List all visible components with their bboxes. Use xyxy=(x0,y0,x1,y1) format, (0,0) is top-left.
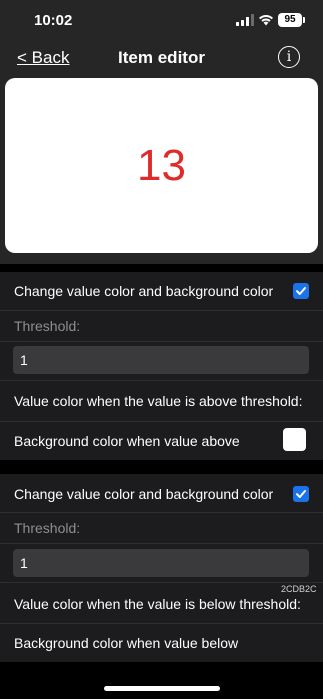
above-toggle-label: Change value color and background color xyxy=(14,283,274,299)
item-editor-screen: 10:02 95 < Back Item editor i 13 Change … xyxy=(0,0,323,699)
below-value-color-row[interactable]: 2CDB2C Value color when the value is bel… xyxy=(0,583,323,623)
below-value-color-hex: 2CDB2C xyxy=(281,584,317,594)
navigation-bar: < Back Item editor i xyxy=(0,40,323,76)
above-background-color-swatch[interactable] xyxy=(283,428,306,451)
below-toggle-row[interactable]: Change value color and background color xyxy=(0,474,323,512)
checkmark-icon xyxy=(296,287,306,295)
below-threshold-input-row xyxy=(0,544,323,582)
below-threshold-label: Threshold: xyxy=(14,520,81,536)
below-background-color-label: Background color when value below xyxy=(14,635,239,651)
below-threshold-label-row: Threshold: xyxy=(0,513,323,543)
below-threshold-input[interactable] xyxy=(13,549,309,577)
above-threshold-input-row xyxy=(0,342,323,380)
above-toggle-row[interactable]: Change value color and background color xyxy=(0,272,323,310)
above-threshold-input[interactable] xyxy=(13,346,309,374)
status-bar: 10:02 95 xyxy=(0,0,323,40)
item-preview-value: 13 xyxy=(137,141,186,190)
wifi-icon xyxy=(259,15,273,26)
preview-area: 13 xyxy=(0,76,323,264)
above-background-color-row[interactable]: Background color when value above xyxy=(0,422,323,460)
home-indicator[interactable] xyxy=(104,686,220,691)
below-toggle-checkbox[interactable] xyxy=(293,486,309,502)
status-time: 10:02 xyxy=(34,12,73,29)
battery-icon: 95 xyxy=(278,13,302,27)
below-toggle-label: Change value color and background color xyxy=(14,486,274,502)
above-threshold-label: Threshold: xyxy=(14,318,81,334)
checkmark-icon xyxy=(296,490,306,498)
item-preview-card: 13 xyxy=(5,78,318,253)
above-toggle-checkbox[interactable] xyxy=(293,283,309,299)
info-icon[interactable]: i xyxy=(278,46,300,68)
below-value-color-label: Value color when the value is below thre… xyxy=(14,596,301,612)
page-title: Item editor xyxy=(118,48,205,67)
below-background-color-row[interactable]: Background color when value below xyxy=(0,624,323,662)
above-value-color-label: Value color when the value is above thre… xyxy=(14,393,303,409)
cellular-signal-icon xyxy=(236,14,254,26)
above-background-color-label: Background color when value above xyxy=(14,433,240,449)
above-threshold-label-row: Threshold: xyxy=(0,311,323,341)
battery-nub xyxy=(303,17,305,23)
above-value-color-row[interactable]: Value color when the value is above thre… xyxy=(0,381,323,421)
